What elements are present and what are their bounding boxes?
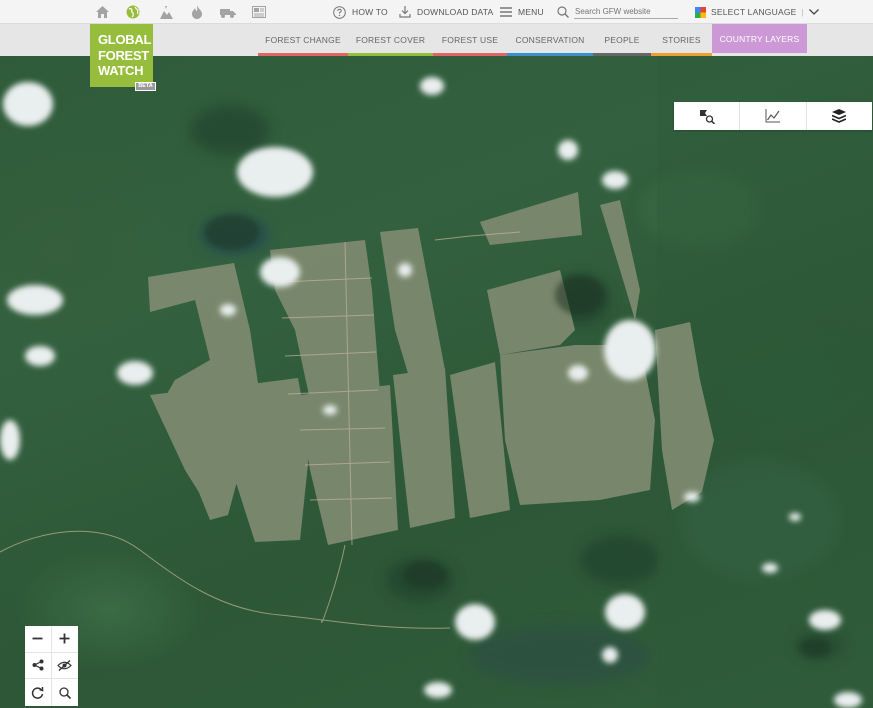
- zoom-out-button[interactable]: [25, 626, 52, 653]
- menu-button[interactable]: MENU: [500, 0, 544, 24]
- tab-label: FOREST CHANGE: [265, 35, 341, 45]
- tab-color-bar: [507, 53, 593, 56]
- news-icon[interactable]: [251, 4, 267, 20]
- select-language-label: SELECT LANGUAGE: [711, 7, 797, 17]
- how-to-link[interactable]: HOW TO: [333, 0, 388, 24]
- share-button[interactable]: [25, 652, 52, 680]
- gfw-logo[interactable]: GLOBAL FOREST WATCH: [90, 24, 153, 87]
- google-translate-icon: [695, 6, 706, 18]
- download-data-label: DOWNLOAD DATA: [417, 7, 494, 17]
- truck-icon[interactable]: [220, 4, 236, 20]
- tab-stories[interactable]: STORIES: [651, 24, 712, 56]
- logo-line-3: WATCH: [98, 63, 144, 78]
- tab-chart[interactable]: [740, 102, 807, 130]
- map-search-button[interactable]: [52, 679, 79, 706]
- tab-label: STORIES: [662, 35, 701, 45]
- tab-color-bar: [258, 53, 348, 56]
- hide-ui-button[interactable]: [51, 653, 78, 680]
- right-panel-tabs: [674, 102, 872, 130]
- search-icon: [59, 687, 71, 699]
- map-controls: [25, 626, 78, 706]
- tab-color-bar: [348, 53, 433, 56]
- tab-label: FOREST USE: [441, 35, 499, 45]
- chart-icon: [765, 109, 780, 123]
- tab-forest-use[interactable]: FOREST USE: [433, 24, 507, 56]
- language-selector[interactable]: SELECT LANGUAGE |: [695, 0, 819, 24]
- tab-label: CONSERVATION: [515, 35, 585, 45]
- analysis-icon: [699, 110, 715, 124]
- beta-badge: BETA: [135, 82, 156, 91]
- reset-icon: [32, 687, 44, 699]
- zoom-out-icon: [32, 637, 43, 640]
- tab-conservation[interactable]: CONSERVATION: [507, 24, 593, 56]
- search-box[interactable]: [557, 4, 680, 20]
- how-to-label: HOW TO: [352, 7, 388, 17]
- tab-color-bar: [593, 53, 651, 56]
- zoom-in-button[interactable]: [51, 626, 78, 653]
- layers-icon: [832, 109, 847, 123]
- tab-label: PEOPLE: [604, 35, 640, 45]
- tab-forest-cover[interactable]: FOREST COVER: [348, 24, 433, 56]
- tab-color-bar: [651, 53, 712, 56]
- home-icon[interactable]: [94, 4, 110, 20]
- tab-label: COUNTRY LAYERS: [719, 33, 800, 44]
- chevron-down-icon: [808, 9, 819, 15]
- help-icon: [333, 5, 346, 19]
- top-utility-bar: HOW TO DOWNLOAD DATA MENU SELECT LANGUAG…: [0, 0, 873, 24]
- zoom-in-icon: [59, 633, 70, 644]
- map-icon[interactable]: [158, 4, 174, 20]
- fire-icon[interactable]: [189, 4, 205, 20]
- share-icon: [32, 659, 44, 671]
- download-icon: [399, 6, 411, 18]
- reset-button[interactable]: [25, 679, 52, 706]
- tab-layers[interactable]: [807, 102, 872, 130]
- tab-label: FOREST COVER: [355, 35, 426, 45]
- tab-country-layers[interactable]: COUNTRY LAYERS: [712, 24, 807, 53]
- hide-icon: [57, 660, 73, 671]
- logo-line-2: FOREST: [98, 47, 149, 63]
- tab-people[interactable]: PEOPLE: [593, 24, 651, 56]
- divider: |: [801, 7, 804, 17]
- tab-analysis[interactable]: [674, 102, 741, 130]
- download-data-link[interactable]: DOWNLOAD DATA: [399, 0, 493, 24]
- menu-label: MENU: [518, 7, 544, 17]
- search-input[interactable]: [574, 5, 678, 19]
- globe-icon[interactable]: [125, 4, 141, 20]
- logo-line-1: GLOBAL: [98, 32, 152, 47]
- search-icon: [557, 6, 569, 18]
- tab-forest-change[interactable]: FOREST CHANGE: [258, 24, 348, 56]
- tab-color-bar: [433, 53, 507, 56]
- hamburger-icon: [500, 7, 512, 17]
